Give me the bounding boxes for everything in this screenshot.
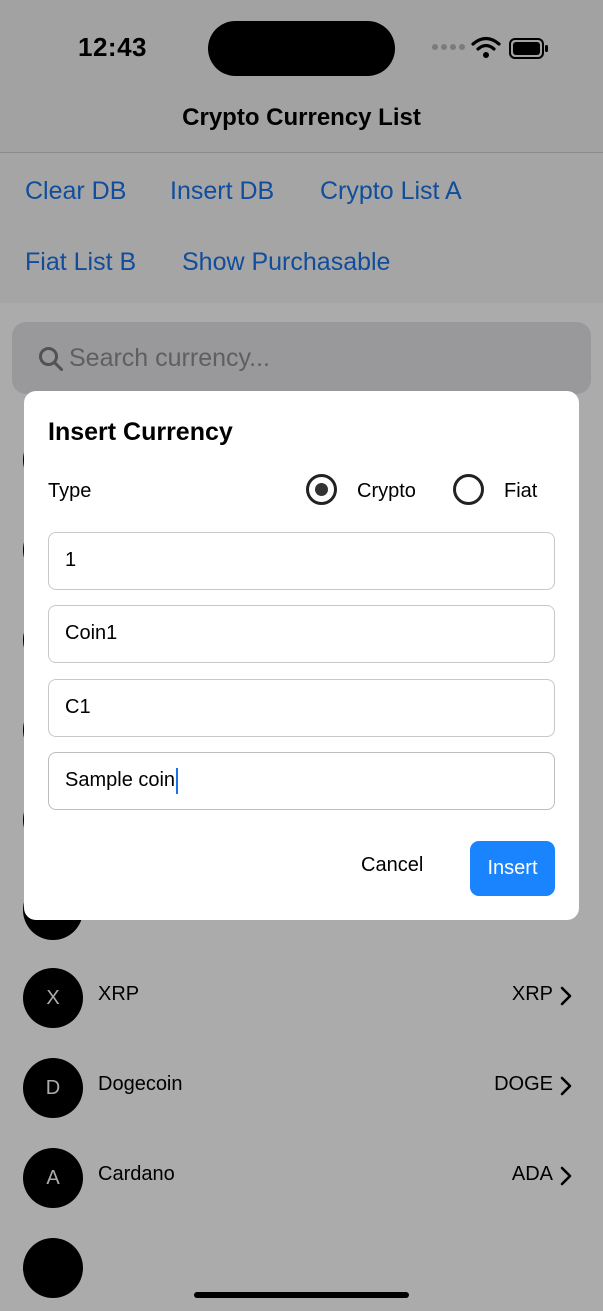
- crypto-radio[interactable]: [306, 474, 337, 505]
- fiat-radio[interactable]: [453, 474, 484, 505]
- insert-currency-dialog: Insert Currency Type Crypto Fiat 1 Coin1…: [24, 391, 579, 920]
- app-screen: 12:43 Crypto Currency List Clear DB Inse…: [0, 0, 603, 1311]
- home-indicator[interactable]: [194, 1292, 409, 1298]
- name-field[interactable]: Coin1: [48, 605, 555, 663]
- id-field-value: 1: [65, 549, 77, 571]
- crypto-radio-label[interactable]: Crypto: [357, 480, 416, 503]
- symbol-field[interactable]: C1: [48, 679, 555, 737]
- symbol-field-value: C1: [65, 696, 91, 718]
- cancel-button[interactable]: Cancel: [361, 854, 423, 877]
- description-field[interactable]: Sample coin: [48, 752, 555, 810]
- name-field-value: Coin1: [65, 622, 118, 644]
- insert-button[interactable]: Insert: [470, 841, 555, 896]
- fiat-radio-label[interactable]: Fiat: [504, 480, 537, 503]
- radio-selected-dot: [315, 483, 328, 496]
- type-label: Type: [48, 480, 92, 502]
- id-field[interactable]: 1: [48, 532, 555, 590]
- dialog-title: Insert Currency: [48, 418, 233, 446]
- text-cursor: [176, 767, 179, 794]
- description-field-value: Sample coin: [65, 769, 176, 791]
